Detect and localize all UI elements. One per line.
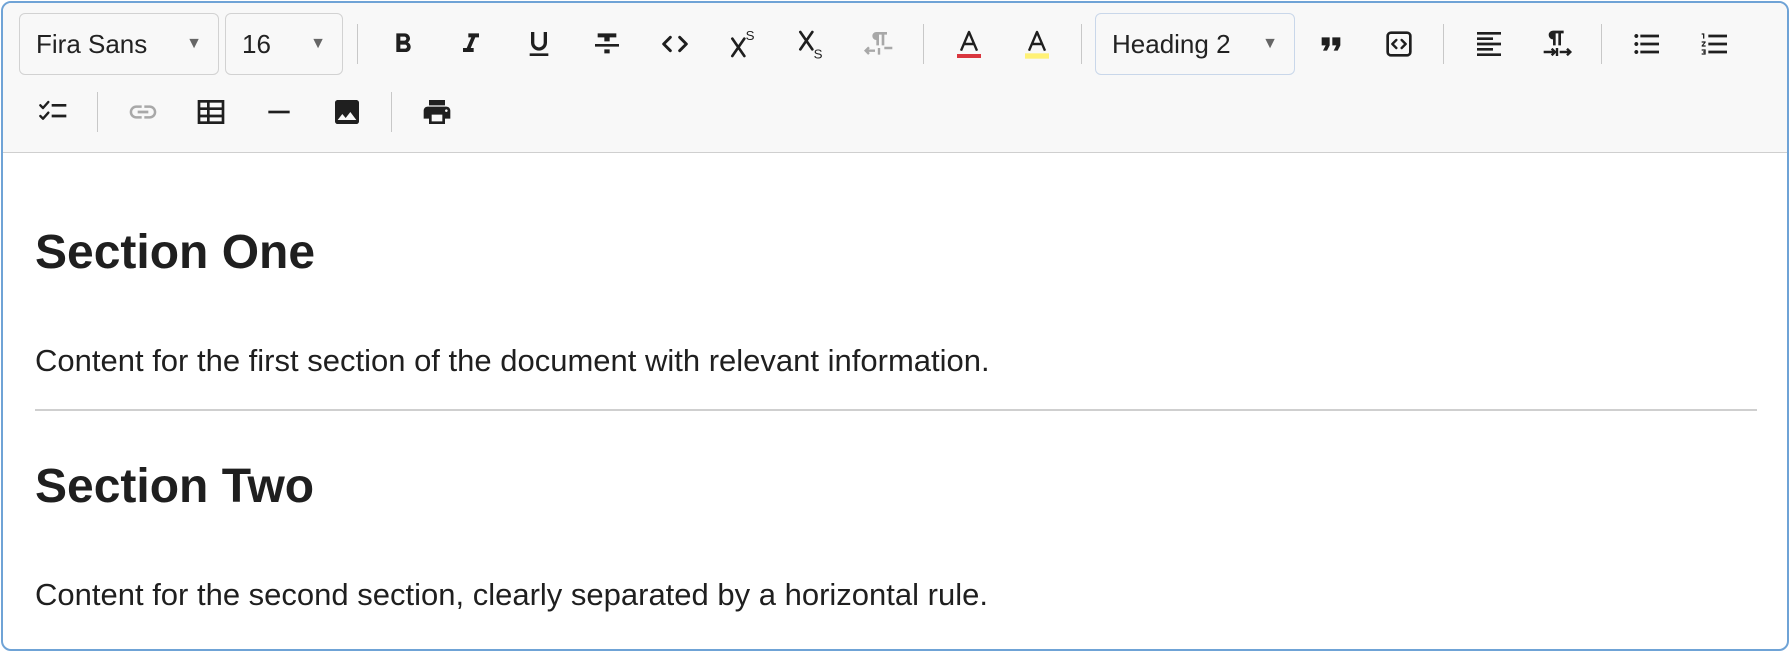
- code-block-icon: [1386, 31, 1412, 57]
- horizontal-rule-icon: [268, 110, 290, 114]
- section-two-heading: Section Two: [35, 460, 315, 513]
- toolbar-separator: [357, 24, 358, 64]
- block-format-select[interactable]: Heading 2 ▼: [1095, 13, 1295, 75]
- font-family-select[interactable]: Fira Sans ▼: [19, 13, 219, 75]
- subscript-icon: S: [799, 30, 823, 60]
- blockquote-icon: [1321, 37, 1341, 51]
- link-button[interactable]: [119, 88, 167, 136]
- align-left-icon: [1477, 32, 1501, 56]
- checklist-icon: [39, 100, 67, 120]
- print-button[interactable]: [413, 88, 461, 136]
- code-icon: [662, 35, 688, 53]
- table-icon: [197, 100, 225, 124]
- image-button[interactable]: [323, 88, 371, 136]
- toolbar-separator: [1601, 24, 1602, 64]
- toolbar-separator: [391, 92, 392, 132]
- chevron-down-icon: ▼: [310, 35, 326, 52]
- superscript-button[interactable]: S: [719, 20, 767, 68]
- bold-button[interactable]: [379, 20, 427, 68]
- table-button[interactable]: [187, 88, 235, 136]
- chevron-down-icon: ▼: [1262, 35, 1278, 52]
- text-direction-icon: [863, 32, 893, 55]
- toolbar-separator: [1081, 24, 1082, 64]
- bullet-list-button[interactable]: [1623, 20, 1671, 68]
- blockquote-button[interactable]: [1307, 20, 1355, 68]
- text-color-button[interactable]: [945, 20, 993, 68]
- horizontal-rule-button[interactable]: [255, 88, 303, 136]
- font-family-value: Fira Sans: [36, 28, 148, 59]
- ltr-paragraph-icon: [1543, 30, 1573, 57]
- horizontal-rule: [35, 409, 1757, 411]
- italic-icon: [463, 33, 479, 52]
- checklist-button[interactable]: [29, 88, 77, 136]
- numbered-list-icon: [1701, 33, 1727, 55]
- bullet-list-icon: [1634, 34, 1659, 54]
- numbered-list-button[interactable]: [1691, 20, 1739, 68]
- section-one-heading: Section One: [35, 226, 316, 279]
- underline-icon: [529, 32, 549, 56]
- code-block-button[interactable]: [1375, 20, 1423, 68]
- font-size-value: 16: [242, 28, 271, 59]
- text-direction-button[interactable]: [855, 20, 903, 68]
- svg-text:S: S: [814, 47, 823, 60]
- underline-button[interactable]: [515, 20, 563, 68]
- align-left-button[interactable]: [1465, 20, 1513, 68]
- inline-code-button[interactable]: [651, 20, 699, 68]
- toolbar-separator: [97, 92, 98, 132]
- font-size-select[interactable]: 16 ▼: [225, 13, 343, 75]
- italic-button[interactable]: [447, 20, 495, 68]
- highlight-color-icon: [1025, 30, 1049, 59]
- superscript-icon: S: [731, 28, 755, 58]
- bold-icon: [396, 33, 411, 52]
- editor-toolbar: Fira Sans ▼ 16 ▼ S S Heading 2 ▼: [3, 3, 1787, 153]
- subscript-button[interactable]: S: [787, 20, 835, 68]
- toolbar-separator: [1443, 24, 1444, 64]
- link-icon: [129, 105, 157, 119]
- chevron-down-icon: ▼: [186, 35, 202, 52]
- ltr-paragraph-button[interactable]: [1533, 20, 1581, 68]
- block-format-value: Heading 2: [1112, 28, 1231, 59]
- text-color-icon: [957, 30, 981, 58]
- strikethrough-button[interactable]: [583, 20, 631, 68]
- section-one-paragraph: Content for the first section of the doc…: [35, 343, 990, 378]
- highlight-color-button[interactable]: [1013, 20, 1061, 68]
- image-icon: [335, 100, 359, 124]
- svg-text:S: S: [746, 28, 755, 43]
- rich-text-editor: Fira Sans ▼ 16 ▼ S S Heading 2 ▼ Section…: [1, 1, 1789, 651]
- section-two-paragraph: Content for the second section, clearly …: [35, 577, 988, 612]
- print-icon: [423, 100, 451, 124]
- toolbar-separator: [923, 24, 924, 64]
- strikethrough-icon: [595, 33, 619, 54]
